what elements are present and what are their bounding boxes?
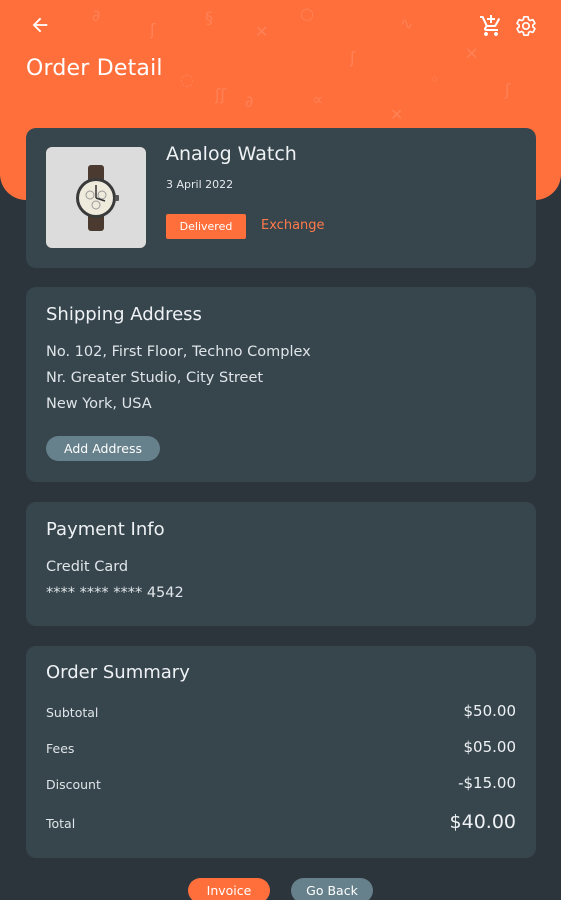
top-bar [0, 0, 561, 52]
settings-button[interactable] [513, 13, 539, 39]
payment-title: Payment Info [46, 519, 165, 540]
cart-plus-icon [480, 15, 501, 36]
product-name: Analog Watch [166, 143, 297, 165]
payment-method: Credit Card [46, 559, 129, 575]
payment-info-card: Payment Info Credit Card **** **** **** … [26, 502, 536, 626]
cart-button[interactable] [478, 13, 504, 39]
address-line: No. 102, First Floor, Techno Complex [46, 344, 311, 360]
add-address-button[interactable]: Add Address [46, 436, 160, 461]
discount-label: Discount [46, 777, 101, 792]
address-line: Nr. Greater Studio, City Street [46, 370, 264, 386]
product-image [46, 147, 146, 248]
total-label: Total [46, 816, 76, 831]
status-badge: Delivered [166, 214, 246, 239]
order-summary-card: Order Summary Subtotal $50.00 Fees $05.0… [26, 646, 536, 858]
card-number: **** **** **** 4542 [46, 585, 184, 601]
fees-label: Fees [46, 741, 75, 756]
watch-image [76, 164, 119, 231]
fees-value: $05.00 [463, 738, 517, 756]
arrow-left-icon [32, 17, 48, 33]
summary-title: Order Summary [46, 662, 190, 683]
discount-value: -$15.00 [458, 774, 516, 792]
invoice-button[interactable]: Invoice [188, 878, 270, 900]
subtotal-label: Subtotal [46, 705, 99, 720]
total-value: $40.00 [449, 811, 516, 833]
page-title: Order Detail [26, 56, 163, 81]
back-button[interactable] [27, 12, 53, 38]
address-line: New York, USA [46, 396, 152, 412]
exchange-link[interactable]: Exchange [261, 218, 325, 233]
shipping-address-card: Shipping Address No. 102, First Floor, T… [26, 287, 536, 482]
subtotal-value: $50.00 [463, 702, 517, 720]
product-card[interactable]: Analog Watch 3 April 2022 Delivered Exch… [26, 128, 536, 268]
gear-icon [516, 16, 536, 37]
shipping-title: Shipping Address [46, 304, 202, 325]
go-back-button[interactable]: Go Back [291, 878, 373, 900]
order-date: 3 April 2022 [166, 178, 234, 191]
